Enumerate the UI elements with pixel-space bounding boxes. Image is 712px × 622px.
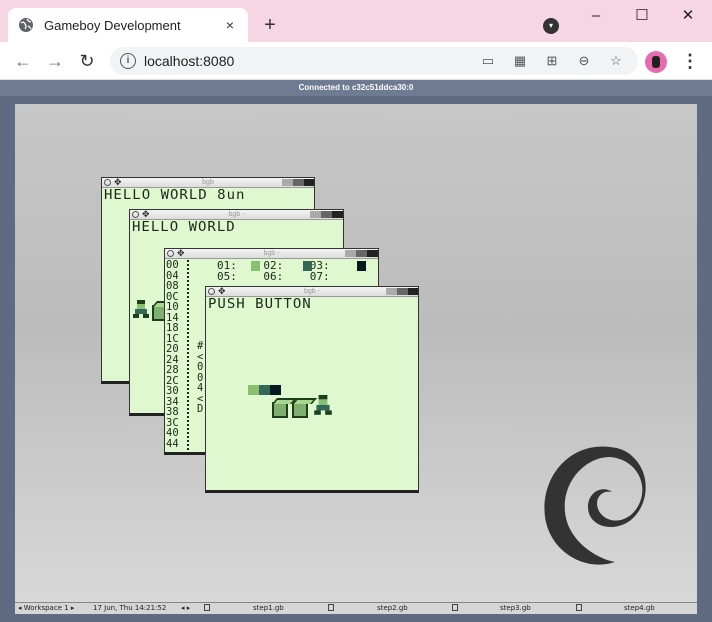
cast-icon[interactable]: ▭ [480, 53, 496, 69]
url-text[interactable]: localhost:8080 [144, 53, 234, 69]
hex-address-column: 00 04 08 0C 10 14 18 1C 20 24 28 2C 30 3… [166, 259, 179, 450]
move-icon[interactable]: ✥ [142, 210, 150, 219]
reload-icon[interactable]: ↻ [76, 50, 98, 72]
gb-screen-text: HELLO WORLD 8un [104, 187, 246, 203]
gb-window-titlebar[interactable]: ✥ bgb - [165, 249, 378, 259]
palette-light-swatch [251, 261, 260, 271]
window-menu-icon[interactable] [167, 250, 174, 257]
workspace-switcher[interactable]: ◂ Workspace 1 ▸ [18, 603, 74, 613]
taskbar: ◂ Workspace 1 ▸ 17 Jun, Thu 14:21:52 ◂ ▸… [15, 602, 697, 614]
task-window-icon[interactable] [452, 604, 458, 611]
window-menu-icon[interactable] [104, 179, 111, 186]
player-sprite-icon [314, 395, 332, 415]
hex-row-second: 05: 06: 07: [217, 270, 330, 283]
bookmark-star-icon[interactable]: ☆ [608, 53, 624, 69]
crate-icon [272, 402, 288, 418]
translate-icon[interactable]: ⊞ [544, 53, 560, 69]
gb-screen-text: HELLO WORLD [132, 219, 236, 235]
task-window-icon[interactable] [576, 604, 582, 611]
task-step4[interactable]: step4.gb [624, 603, 655, 613]
window-menu-icon[interactable] [208, 288, 215, 295]
debian-logo-icon [544, 446, 646, 565]
browser-tab[interactable]: Gameboy Development × [8, 8, 248, 42]
taskbar-clock: 17 Jun, Thu 14:21:52 [93, 604, 167, 612]
gb-window-step4[interactable]: ✥ bgb - PUSH BUTTON [205, 286, 419, 493]
window-menu-icon[interactable] [132, 211, 139, 218]
close-window-button[interactable]: ✕ [678, 6, 698, 26]
task-window-icon[interactable] [204, 604, 210, 611]
new-tab-button[interactable]: + [258, 14, 282, 38]
tab-close-icon[interactable]: × [222, 17, 238, 33]
hex-partial-column: # < 0 0 4 < D [197, 340, 204, 415]
minimize-button[interactable]: – [586, 6, 606, 26]
back-arrow-icon[interactable]: ← [12, 50, 34, 72]
palette-mid-swatch [259, 385, 270, 395]
gb-screen-text: PUSH BUTTON [208, 296, 312, 312]
palette-mid-swatch [303, 261, 312, 271]
crate-icon [292, 402, 308, 418]
move-icon[interactable]: ✥ [177, 249, 185, 258]
zoom-icon[interactable]: ⊖ [576, 53, 592, 69]
globe-icon [19, 18, 33, 32]
forward-arrow-icon[interactable]: → [44, 50, 66, 72]
palette-dark-swatch [357, 261, 366, 271]
task-step2[interactable]: step2.gb [377, 603, 408, 613]
taskbar-arrows[interactable]: ◂ ▸ [181, 603, 190, 613]
site-info-icon[interactable]: i [120, 53, 136, 69]
extension-icon[interactable] [645, 51, 667, 73]
browser-toolbar: ← → ↻ i localhost:8080 ▭ ▦ ⊞ ⊖ ☆ ⋮ [0, 42, 712, 80]
player-sprite-icon [133, 300, 149, 318]
tab-search-icon[interactable]: ▾ [543, 18, 559, 34]
vnc-status-bar: Connected to c32c51ddca30:0 [0, 80, 712, 96]
remote-desktop[interactable]: ✥ bgb HELLO WORLD 8un ✥ bgb - HELLO WORL… [15, 104, 697, 602]
task-window-icon[interactable] [328, 604, 334, 611]
task-step3[interactable]: step3.gb [500, 603, 531, 613]
palette-light-swatch [248, 385, 259, 395]
qr-code-icon[interactable]: ▦ [512, 53, 528, 69]
kebab-menu-icon[interactable]: ⋮ [680, 51, 700, 73]
palette-dark-swatch [270, 385, 281, 395]
move-icon[interactable]: ✥ [218, 287, 226, 296]
move-icon[interactable]: ✥ [114, 178, 122, 187]
task-step1[interactable]: step1.gb [253, 603, 284, 613]
maximize-button[interactable]: ☐ [632, 6, 652, 26]
address-bar[interactable]: i localhost:8080 ▭ ▦ ⊞ ⊖ ☆ [110, 47, 638, 75]
tab-strip: Gameboy Development × + ▾ – ☐ ✕ [0, 0, 712, 42]
tab-title: Gameboy Development [44, 17, 181, 33]
